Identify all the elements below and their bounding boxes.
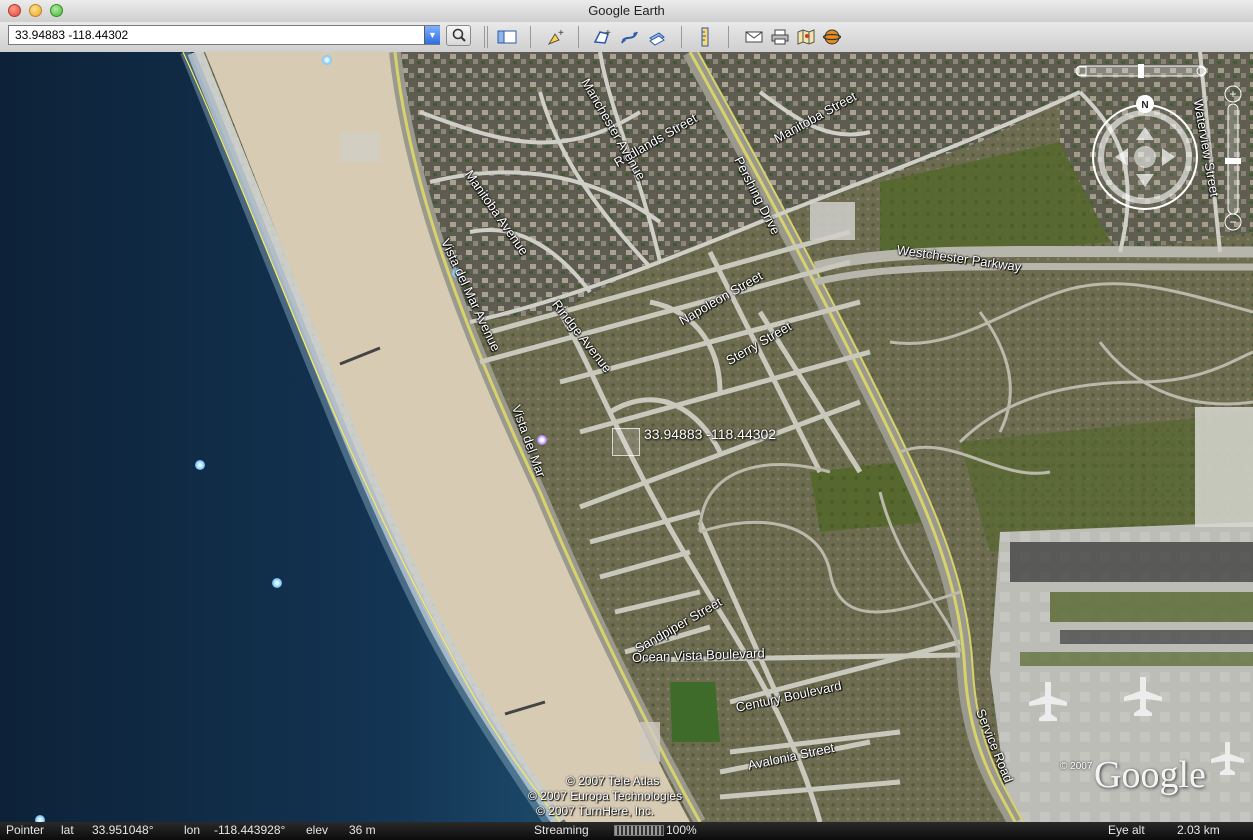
toolbar-separator	[728, 26, 729, 48]
zoom-out-button[interactable]: −	[1229, 215, 1236, 229]
search-input[interactable]	[8, 25, 440, 45]
toolbar: ▼ + +	[0, 22, 1253, 53]
map-point-marker[interactable]	[35, 815, 45, 822]
copyright-text: © 2007 TurnHere, Inc.	[536, 804, 655, 818]
title-bar: Google Earth	[0, 0, 1253, 23]
earth-view[interactable]: Manitoba Street Redlands Street Pershing…	[0, 52, 1253, 822]
search-history-dropdown[interactable]: ▼	[424, 26, 440, 44]
toolbar-separator	[530, 26, 531, 48]
lon-value: -118.443928°	[214, 823, 286, 837]
toolbar-separator	[487, 26, 488, 48]
svg-text:+: +	[605, 28, 611, 39]
add-image-overlay-icon[interactable]	[646, 27, 668, 47]
view-in-maps-icon[interactable]	[795, 27, 817, 47]
add-polygon-icon[interactable]: +	[591, 27, 613, 47]
lon-label: lon	[184, 823, 201, 837]
search-button[interactable]	[446, 25, 471, 46]
streaming-label: Streaming	[534, 823, 589, 837]
add-placemark-icon[interactable]: +	[544, 27, 566, 47]
copyright-text: © 2007 Europa Technologies	[528, 789, 683, 803]
add-path-icon[interactable]	[619, 27, 641, 47]
copyright-text: © 2007 Tele Atlas	[566, 774, 660, 788]
map-point-marker[interactable]	[195, 460, 205, 470]
window-title: Google Earth	[588, 3, 665, 18]
print-icon[interactable]	[769, 27, 791, 47]
logo-copyright: © 2007	[1060, 761, 1093, 772]
google-logo: Google	[1094, 754, 1206, 796]
elev-label: elev	[306, 823, 329, 837]
placemark-icon[interactable]	[612, 428, 640, 456]
magnifier-icon	[452, 28, 466, 42]
sidebar-toggle-icon[interactable]	[496, 27, 518, 47]
lat-value: 33.951048°	[92, 823, 154, 837]
map-point-marker[interactable]	[272, 578, 282, 588]
toolbar-separator	[578, 26, 579, 48]
navigation-controls[interactable]: N + −	[1070, 62, 1253, 232]
svg-text:+: +	[558, 28, 564, 39]
lat-label: lat	[61, 823, 74, 837]
north-indicator[interactable]: N	[1141, 100, 1148, 111]
sky-icon[interactable]	[821, 27, 843, 47]
eye-alt-label: Eye alt	[1108, 823, 1145, 837]
streaming-percent: 100%	[666, 823, 697, 837]
toolbar-separator	[681, 26, 682, 48]
email-icon[interactable]	[743, 27, 765, 47]
eye-alt-value: 2.03 km	[1177, 823, 1220, 837]
pointer-label: Pointer	[6, 823, 45, 837]
placemark-label[interactable]: 33.94883 -118.44302	[644, 426, 776, 442]
ruler-icon[interactable]	[694, 27, 716, 47]
map-point-marker[interactable]	[537, 435, 547, 445]
map-point-marker[interactable]	[322, 55, 332, 65]
zoom-in-button[interactable]: +	[1229, 87, 1236, 101]
status-bar: Pointer lat 33.951048° lon -118.443928° …	[0, 822, 1253, 840]
streaming-progress-bar	[614, 825, 664, 836]
elev-value: 36 m	[349, 823, 376, 837]
toolbar-separator	[484, 26, 485, 48]
